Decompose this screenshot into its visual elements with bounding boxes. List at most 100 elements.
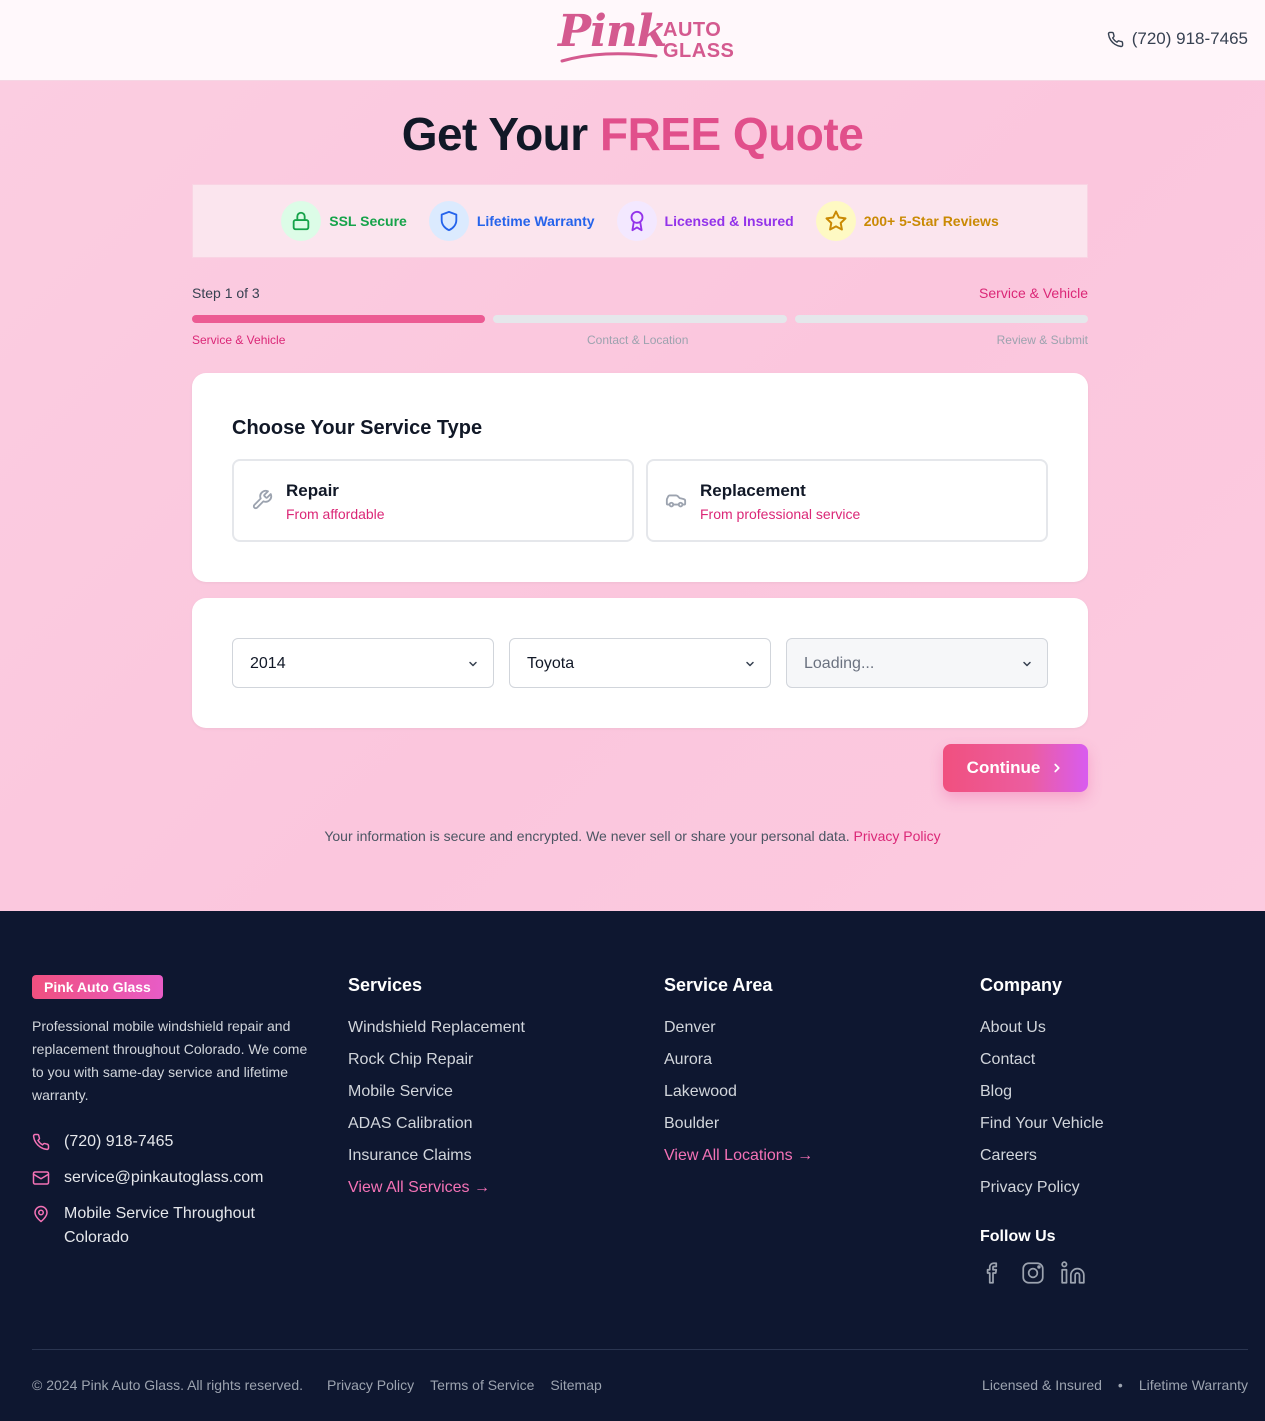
- footer-phone[interactable]: (720) 918-7465: [32, 1130, 173, 1159]
- footer-link[interactable]: About Us: [980, 1017, 1104, 1049]
- privacy-text: Your information is secure and encrypted…: [324, 828, 854, 844]
- model-select-value: Loading...: [804, 655, 875, 672]
- privacy-policy-link[interactable]: Privacy Policy: [854, 828, 941, 844]
- progress-segment-1: [192, 315, 486, 323]
- footer-link[interactable]: Find Your Vehicle: [980, 1113, 1104, 1145]
- site-header: Pink AUTO GLASS (720) 918-7465: [0, 0, 1265, 81]
- footer-link[interactable]: Contact: [980, 1049, 1104, 1081]
- trust-badge-label: Licensed & Insured: [664, 213, 794, 229]
- footer-description: Professional mobile windshield repair an…: [32, 1018, 308, 1103]
- service-option-replacement[interactable]: Replacement From professional service: [646, 459, 1048, 542]
- footer-link[interactable]: ADAS Calibration: [348, 1113, 525, 1145]
- footer-email-text: service@pinkautoglass.com: [64, 1169, 264, 1186]
- wrench-icon: [252, 489, 273, 510]
- continue-button[interactable]: Continue: [943, 744, 1088, 792]
- trust-badge-warranty: Lifetime Warranty: [428, 201, 595, 241]
- progress-segment-2: [493, 315, 787, 323]
- service-option-repair[interactable]: Repair From affordable: [232, 459, 634, 542]
- follow-us-heading: Follow Us: [980, 1228, 1056, 1245]
- footer-link[interactable]: Insurance Claims: [348, 1145, 525, 1177]
- make-select[interactable]: Toyota: [509, 638, 771, 688]
- chevron-right-icon: [1054, 763, 1060, 773]
- footer-bottom-left: © 2024 Pink Auto Glass. All rights reser…: [32, 1377, 602, 1393]
- footer-link[interactable]: Blog: [980, 1081, 1104, 1113]
- title-main: Get Your: [401, 108, 600, 160]
- chevron-down-icon: [469, 661, 477, 667]
- star-icon: [815, 201, 856, 241]
- title-accent: FREE Quote: [599, 108, 864, 160]
- view-all-services-link[interactable]: View All Services →: [348, 1177, 525, 1209]
- copyright: © 2024 Pink Auto Glass. All rights reser…: [32, 1377, 304, 1393]
- map-pin-icon: [32, 1202, 50, 1250]
- footer-sitemap-link[interactable]: Sitemap: [550, 1377, 601, 1393]
- phone-icon: [32, 1130, 50, 1159]
- footer-brand-badge: Pink Auto Glass: [32, 975, 163, 999]
- footer-area-heading: Service Area: [664, 975, 773, 995]
- service-option-name: Repair: [286, 481, 339, 500]
- step-count: Step 1 of 3: [192, 285, 260, 301]
- header-phone-number: (720) 918-7465: [1131, 29, 1248, 48]
- trust-badge-reviews: 200+ 5-Star Reviews: [815, 201, 999, 241]
- footer-link[interactable]: Mobile Service: [348, 1081, 525, 1113]
- footer-services-heading: Services: [348, 975, 423, 995]
- logo-glass-text: GLASS: [663, 40, 735, 62]
- trust-badges: SSL Secure Lifetime Warranty Licensed & …: [192, 184, 1088, 258]
- footer-bottom-right: Licensed & Insured • Lifetime Warranty: [982, 1377, 1248, 1393]
- view-all-locations-link[interactable]: View All Locations →: [664, 1145, 813, 1177]
- instagram-icon[interactable]: [1020, 1260, 1046, 1286]
- logo-swoosh-icon: [560, 52, 658, 63]
- chevron-down-icon: [1023, 661, 1031, 667]
- footer-link[interactable]: Privacy Policy: [980, 1177, 1104, 1209]
- service-option-name: Replacement: [700, 481, 806, 500]
- trust-badge-label: SSL Secure: [329, 213, 407, 229]
- page-title: Get Your FREE Quote: [0, 107, 1265, 161]
- logo-wordmark: AUTO GLASS: [663, 20, 734, 62]
- header-phone-link[interactable]: (720) 918-7465: [1107, 29, 1248, 49]
- shield-icon: [428, 201, 469, 241]
- lock-icon: [281, 201, 322, 241]
- facebook-icon[interactable]: [980, 1260, 1006, 1286]
- logo-auto-text: AUTO: [663, 19, 722, 41]
- footer-service-area: Service Area Denver Aurora Lakewood Boul…: [664, 975, 813, 1177]
- footer-link[interactable]: Lakewood: [664, 1081, 813, 1113]
- footer-link[interactable]: Boulder: [664, 1113, 813, 1145]
- car-icon: [665, 494, 687, 508]
- trust-badge-licensed: Licensed & Insured: [616, 201, 794, 241]
- footer-phone-text: (720) 918-7465: [64, 1133, 174, 1150]
- footer-location-text: Mobile Service Throughout Colorado: [64, 1205, 255, 1246]
- progress-segment-3: [794, 315, 1088, 323]
- footer-terms-link[interactable]: Terms of Service: [430, 1377, 534, 1393]
- footer-link[interactable]: Denver: [664, 1017, 813, 1049]
- footer-email[interactable]: service@pinkautoglass.com: [32, 1166, 263, 1195]
- quote-section: Get Your FREE Quote SSL Secure Lifetime …: [0, 81, 1265, 911]
- service-type-heading: Choose Your Service Type: [232, 417, 483, 439]
- award-icon: [616, 201, 657, 241]
- step-label-1: Service & Vehicle: [192, 333, 286, 347]
- progress-bar: [192, 315, 1088, 323]
- footer-divider: [32, 1349, 1248, 1350]
- privacy-note: Your information is secure and encrypted…: [0, 828, 1265, 844]
- footer-link[interactable]: Aurora: [664, 1049, 813, 1081]
- social-links: [980, 1260, 1086, 1286]
- logo[interactable]: Pink AUTO GLASS: [558, 6, 734, 70]
- footer-privacy-link[interactable]: Privacy Policy: [327, 1377, 414, 1393]
- chevron-down-icon: [746, 661, 754, 667]
- step-label-2: Contact & Location: [587, 333, 689, 347]
- current-step-label: Service & Vehicle: [979, 285, 1088, 301]
- year-select[interactable]: 2014: [232, 638, 494, 688]
- footer-link[interactable]: Careers: [980, 1145, 1104, 1177]
- footer-bullet: •: [1117, 1377, 1123, 1393]
- footer-link[interactable]: Rock Chip Repair: [348, 1049, 525, 1081]
- make-select-value: Toyota: [527, 655, 575, 672]
- footer-company-heading: Company: [980, 975, 1063, 995]
- footer-link[interactable]: Windshield Replacement: [348, 1017, 525, 1049]
- trust-badge-ssl: SSL Secure: [281, 201, 407, 241]
- footer-services: Services Windshield Replacement Rock Chi…: [348, 975, 525, 1209]
- footer-company: Company About Us Contact Blog Find Your …: [980, 975, 1104, 1209]
- service-type-card: Choose Your Service Type Repair From aff…: [192, 373, 1088, 582]
- phone-icon: [1107, 31, 1124, 47]
- trust-badge-label: 200+ 5-Star Reviews: [863, 213, 999, 229]
- model-select[interactable]: Loading...: [786, 638, 1048, 688]
- linkedin-icon[interactable]: [1060, 1260, 1086, 1286]
- footer-warranty-text: Lifetime Warranty: [1138, 1377, 1248, 1393]
